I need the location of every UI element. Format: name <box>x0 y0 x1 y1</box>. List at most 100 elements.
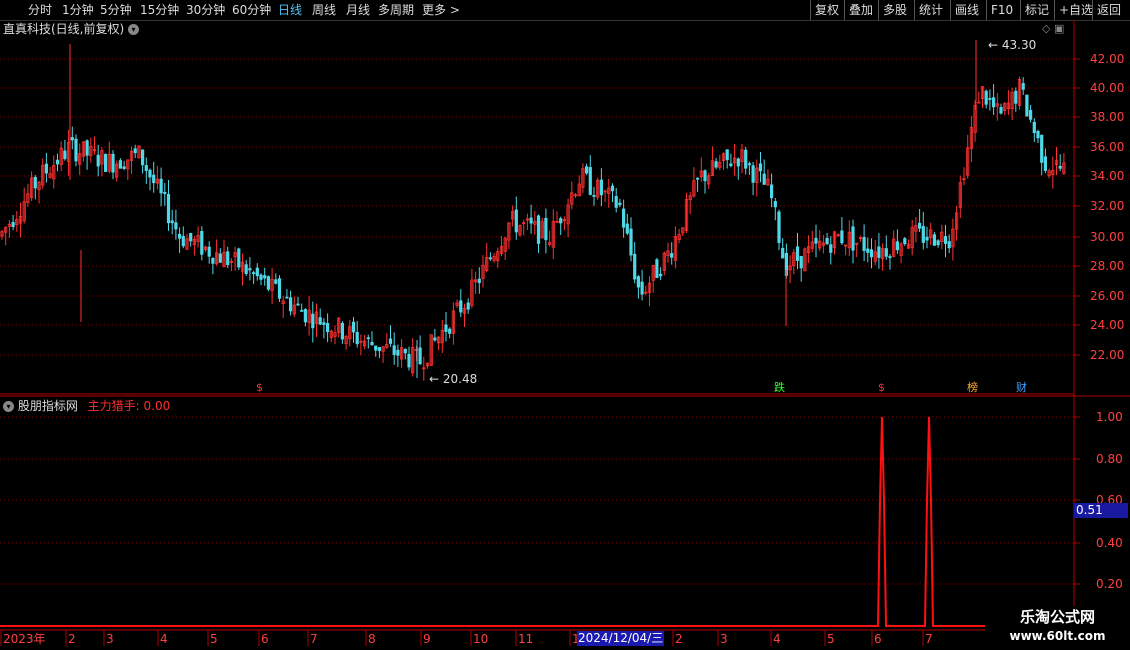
indicator-tick-label: 0.80 <box>1096 452 1123 466</box>
candle-body <box>392 345 396 355</box>
candle-body <box>459 300 463 313</box>
low-price-value: 20.48 <box>442 372 478 386</box>
candle-body <box>174 222 178 230</box>
toolbar-button-6[interactable]: 标记 <box>1020 0 1053 20</box>
candle-body <box>170 220 174 224</box>
toolbar-button-0[interactable]: 复权 <box>810 0 843 20</box>
event-marker[interactable]: 榜 <box>967 381 978 394</box>
candle-body <box>133 148 137 154</box>
chevron-down-icon[interactable]: ▾ <box>3 401 14 412</box>
candle-body <box>107 153 111 172</box>
candle-body <box>233 252 237 258</box>
candle-body <box>374 345 378 351</box>
candle-body <box>603 190 607 193</box>
candle-body <box>836 234 840 237</box>
candle-body <box>303 309 308 323</box>
candle-body <box>766 178 770 186</box>
candle-body <box>566 204 570 225</box>
candle-body <box>825 237 829 245</box>
period-tab-0[interactable]: 分时 <box>28 0 52 20</box>
period-tab-4[interactable]: 30分钟 <box>186 0 225 20</box>
period-tab-5[interactable]: 60分钟 <box>232 0 271 20</box>
period-tab-6[interactable]: 日线 <box>278 0 302 20</box>
price-tick-label: 22.00 <box>1090 348 1125 362</box>
candle-body <box>118 160 122 169</box>
candle-body <box>41 164 45 186</box>
kline-chart[interactable] <box>0 0 1130 650</box>
event-marker[interactable]: $ <box>878 381 885 394</box>
candle-body <box>618 202 622 206</box>
candle-body <box>237 248 241 268</box>
period-tab-7[interactable]: 周线 <box>312 0 336 20</box>
candle-body <box>818 240 822 249</box>
price-tick-label: 32.00 <box>1090 199 1125 213</box>
period-tab-2[interactable]: 5分钟 <box>100 0 132 20</box>
period-tab-1[interactable]: 1分钟 <box>62 0 94 20</box>
candle-body <box>607 187 611 195</box>
candle-body <box>333 332 337 337</box>
period-tab-3[interactable]: 15分钟 <box>140 0 179 20</box>
candle-body <box>148 169 152 178</box>
price-tick-label: 34.00 <box>1090 169 1125 183</box>
candle-body <box>444 324 448 332</box>
candle-body <box>414 349 419 351</box>
candle-body <box>26 193 30 203</box>
candle-body <box>681 227 685 234</box>
candle-body <box>721 153 726 162</box>
candle-body <box>969 127 974 149</box>
candle-body <box>277 278 282 299</box>
toolbar-button-4[interactable]: 画线 <box>950 0 983 20</box>
date-tick-label: 7 <box>925 632 933 646</box>
candle-body <box>337 317 341 333</box>
candle-body <box>673 236 678 261</box>
candle-body <box>559 218 563 224</box>
toolbar-button-3[interactable]: 统计 <box>914 0 947 20</box>
candle-body <box>662 252 666 271</box>
price-tick-label: 26.00 <box>1090 289 1125 303</box>
event-marker[interactable]: $ <box>256 381 263 394</box>
candle-body <box>622 208 626 228</box>
candle-body <box>1054 160 1059 166</box>
event-marker[interactable]: 财 <box>1016 381 1027 394</box>
candle-body <box>466 302 470 310</box>
candle-body <box>1006 102 1011 110</box>
candle-body <box>340 322 345 340</box>
candle-body <box>570 192 574 205</box>
toolbar-button-8[interactable]: 返回 <box>1092 0 1125 20</box>
candle-body <box>292 304 296 315</box>
candle-body <box>918 222 922 229</box>
candle-body <box>522 222 526 225</box>
event-marker[interactable]: 跌 <box>774 381 785 394</box>
candle-body <box>122 166 126 169</box>
candle-body <box>1043 156 1047 171</box>
candle-body <box>958 182 962 208</box>
toolbar-button-7[interactable]: +自选 <box>1054 0 1097 20</box>
toolbar-button-2[interactable]: 多股 <box>878 0 911 20</box>
toolbar-button-1[interactable]: 叠加 <box>844 0 877 20</box>
candle-body <box>614 196 618 208</box>
chevron-down-icon[interactable]: ▾ <box>128 24 140 35</box>
period-tab-9[interactable]: 多周期 <box>378 0 414 20</box>
candle-body <box>396 349 400 356</box>
period-tab-8[interactable]: 月线 <box>346 0 370 20</box>
candle-body <box>159 178 163 194</box>
toolbar-button-5[interactable]: F10 <box>986 0 1017 20</box>
candle-body <box>1040 134 1044 163</box>
candle-body <box>318 317 322 325</box>
period-tab-10[interactable]: 更多 > <box>422 0 460 20</box>
candle-body <box>696 177 700 180</box>
candle-body <box>325 323 330 333</box>
candle-body <box>29 177 34 198</box>
candle-body <box>651 264 655 281</box>
candle-body <box>744 149 748 169</box>
candle-body <box>488 257 493 260</box>
candle-body <box>70 137 74 141</box>
diamond-icon[interactable]: ◇ <box>1042 22 1050 35</box>
window-icon[interactable]: ▣ <box>1054 22 1064 35</box>
candle-body <box>470 279 474 306</box>
candle-body <box>670 253 674 258</box>
candle-body <box>81 141 85 157</box>
candle-body <box>503 237 507 252</box>
candle-body <box>799 255 803 269</box>
date-tick-label: 4 <box>773 632 781 646</box>
